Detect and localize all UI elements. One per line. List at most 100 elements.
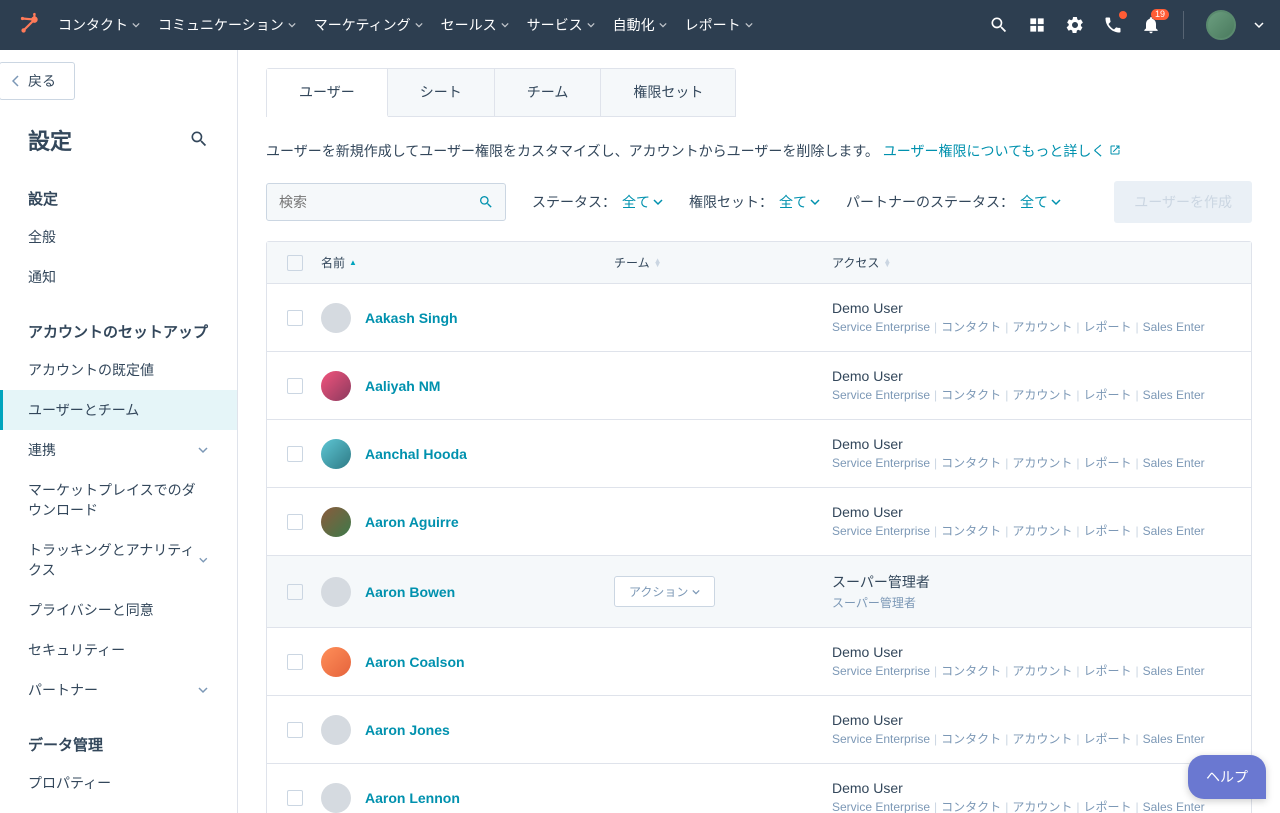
sidebar-item[interactable]: ユーザーとチーム: [0, 390, 237, 430]
table-row: Aaron Aguirre Demo User Service Enterpri…: [267, 488, 1251, 556]
phone-icon[interactable]: [1103, 15, 1123, 35]
sidebar-title: 設定: [28, 124, 72, 156]
row-checkbox[interactable]: [287, 514, 303, 530]
sidebar-item[interactable]: アカウントの既定値: [0, 350, 237, 390]
user-role: Demo User: [832, 436, 1231, 452]
user-role: Demo User: [832, 300, 1231, 316]
nav-item[interactable]: 自動化: [613, 15, 667, 35]
sidebar-item[interactable]: トラッキングとアナリティクス: [0, 530, 237, 590]
search-icon[interactable]: [989, 15, 1009, 35]
col-team[interactable]: チーム▲▼: [614, 254, 814, 271]
filter-partner: パートナーのステータス： 全て: [846, 192, 1061, 212]
back-button[interactable]: 戻る: [0, 62, 75, 100]
learn-more-link[interactable]: ユーザー権限についてもっと詳しく: [883, 143, 1122, 159]
row-checkbox[interactable]: [287, 446, 303, 462]
user-name-link[interactable]: Aakash Singh: [365, 310, 458, 326]
tab[interactable]: チーム: [495, 69, 602, 116]
sidebar-search-icon[interactable]: [189, 129, 209, 152]
access-cell: Demo User Service Enterprise|コンタクト|アカウント…: [832, 368, 1231, 403]
tab[interactable]: シート: [388, 69, 495, 116]
user-cell: Aaron Lennon: [321, 783, 596, 813]
external-link-icon: [1109, 144, 1121, 156]
nav-item[interactable]: コンタクト: [58, 15, 140, 35]
bell-icon[interactable]: 19: [1141, 15, 1161, 35]
filter-status: ステータス： 全て: [532, 192, 663, 212]
user-cell: Aaliyah NM: [321, 371, 596, 401]
hubspot-logo[interactable]: [16, 12, 42, 38]
nav-item[interactable]: セールス: [441, 15, 509, 35]
row-checkbox[interactable]: [287, 378, 303, 394]
create-user-button[interactable]: ユーザーを作成: [1114, 181, 1252, 223]
user-cell: Aakash Singh: [321, 303, 596, 333]
chevron-down-icon: [692, 588, 700, 596]
chevron-down-icon[interactable]: [1254, 20, 1264, 30]
access-cell: スーパー管理者 スーパー管理者: [832, 572, 1231, 611]
user-name-link[interactable]: Aaron Coalson: [365, 654, 465, 670]
col-name[interactable]: 名前▲: [321, 254, 596, 271]
access-cell: Demo User Service Enterprise|コンタクト|アカウント…: [832, 436, 1231, 471]
user-role: スーパー管理者: [832, 572, 1231, 592]
nav-item[interactable]: マーケティング: [314, 15, 423, 35]
sort-icon: ▲▼: [654, 259, 662, 267]
sidebar-item[interactable]: 通知: [0, 257, 237, 297]
user-name-link[interactable]: Aaron Lennon: [365, 790, 460, 806]
nav-item[interactable]: コミュニケーション: [158, 15, 296, 35]
user-name-link[interactable]: Aaron Aguirre: [365, 514, 459, 530]
marketplace-icon[interactable]: [1027, 15, 1047, 35]
user-role: Demo User: [832, 712, 1231, 728]
nav-item[interactable]: サービス: [527, 15, 595, 35]
chevron-down-icon: [415, 21, 423, 29]
sidebar-item[interactable]: オブジェクト: [0, 803, 237, 813]
sidebar: 戻る 設定 設定全般通知アカウントのセットアップアカウントの既定値ユーザーとチー…: [0, 50, 238, 813]
sidebar-section-heading: アカウントのセットアップ: [0, 297, 237, 350]
sidebar-section-heading: データ管理: [0, 710, 237, 763]
avatar: [321, 715, 351, 745]
avatar: [321, 507, 351, 537]
sidebar-section-heading: 設定: [0, 164, 237, 217]
help-button[interactable]: ヘルプ: [1188, 755, 1266, 799]
sidebar-item[interactable]: プロパティー: [0, 763, 237, 803]
col-access[interactable]: アクセス▲▼: [832, 254, 1231, 271]
user-role: Demo User: [832, 644, 1231, 660]
avatar: [321, 577, 351, 607]
user-avatar[interactable]: [1206, 10, 1236, 40]
user-name-link[interactable]: Aanchal Hooda: [365, 446, 467, 462]
sidebar-item[interactable]: マーケットプレイスでのダウンロード: [0, 470, 237, 530]
chevron-down-icon: [659, 21, 667, 29]
user-name-link[interactable]: Aaron Bowen: [365, 584, 455, 600]
sidebar-item[interactable]: 全般: [0, 217, 237, 257]
search-input[interactable]: [266, 183, 506, 221]
avatar: [321, 647, 351, 677]
user-cell: Aaron Jones: [321, 715, 596, 745]
row-checkbox[interactable]: [287, 722, 303, 738]
row-action-button[interactable]: アクション: [614, 576, 715, 607]
user-name-link[interactable]: Aaron Jones: [365, 722, 450, 738]
row-checkbox[interactable]: [287, 310, 303, 326]
sidebar-item[interactable]: 連携: [0, 430, 237, 470]
main-content: ユーザーシートチーム権限セット ユーザーを新規作成してユーザー権限をカスタマイズ…: [238, 50, 1280, 813]
access-cell: Demo User Service Enterprise|コンタクト|アカウント…: [832, 712, 1231, 747]
filter-permset: 権限セット： 全て: [689, 192, 820, 212]
sidebar-item[interactable]: プライバシーと同意: [0, 590, 237, 630]
sidebar-item[interactable]: セキュリティー: [0, 630, 237, 670]
row-checkbox[interactable]: [287, 584, 303, 600]
user-name-link[interactable]: Aaliyah NM: [365, 378, 440, 394]
table-header: 名前▲ チーム▲▼ アクセス▲▼: [267, 242, 1251, 284]
chevron-down-icon: [587, 21, 595, 29]
row-checkbox[interactable]: [287, 790, 303, 806]
chevron-down-icon: [810, 197, 820, 207]
row-checkbox[interactable]: [287, 654, 303, 670]
select-all-checkbox[interactable]: [287, 255, 303, 271]
gear-icon[interactable]: [1065, 15, 1085, 35]
search-icon[interactable]: [478, 194, 494, 210]
tab[interactable]: 権限セット: [601, 69, 735, 116]
filter-status-value[interactable]: 全て: [622, 192, 663, 212]
avatar: [321, 439, 351, 469]
filter-permset-value[interactable]: 全て: [779, 192, 820, 212]
sidebar-item[interactable]: パートナー: [0, 670, 237, 710]
tab[interactable]: ユーザー: [267, 69, 388, 117]
nav-item[interactable]: レポート: [685, 15, 753, 35]
user-cell: Aaron Aguirre: [321, 507, 596, 537]
table-row: Aaliyah NM Demo User Service Enterprise|…: [267, 352, 1251, 420]
filter-partner-value[interactable]: 全て: [1020, 192, 1061, 212]
